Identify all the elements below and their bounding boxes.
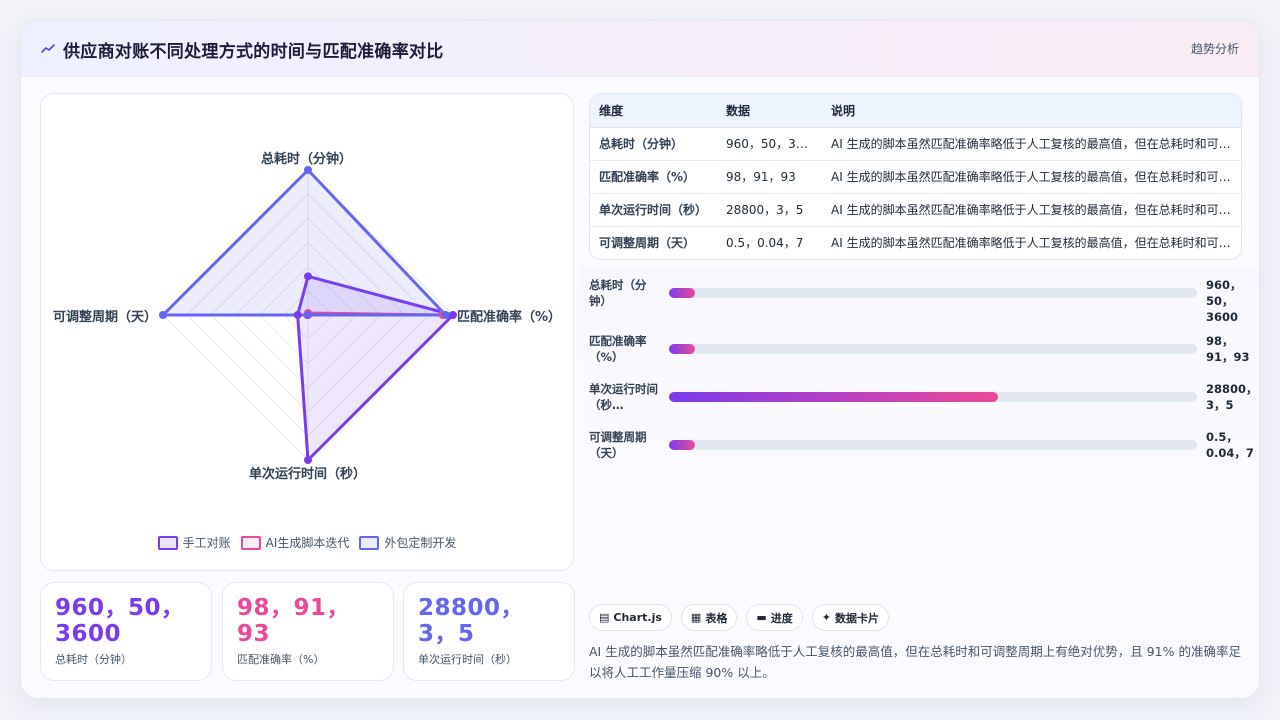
stat-label: 总耗时（分钟） [55, 653, 132, 666]
header-tag[interactable]: 趋势分析 [1191, 40, 1239, 57]
stat-label: 匹配准确率（%） [237, 653, 325, 666]
progress-track [669, 392, 1197, 402]
dashboard-card: 供应商对账不同处理方式的时间与匹配准确率对比 趋势分析 总耗时（分钟） 匹配准确… [20, 20, 1260, 699]
progress-label: 可调整周期（天） [589, 430, 647, 460]
progress-label: 单次运行时间（秒… [589, 382, 658, 412]
legend-label-manual: 手工对账 [182, 536, 231, 550]
stat-card-accuracy: 98，91，93 匹配准确率（%） [222, 582, 394, 681]
chip-chartjs[interactable]: ▤ Chart.js [589, 604, 672, 631]
table-cell-dimension: 可调整周期（天） [599, 236, 696, 251]
legend-item-outsource[interactable]: 外包定制开发 [359, 534, 456, 551]
table-header-row: 维度 数据 说明 [590, 94, 1241, 128]
chip-label: 表格 [705, 611, 728, 625]
progress-label: 总耗时（分钟） [589, 278, 647, 308]
table-cell-dimension: 单次运行时间（秒） [590, 193, 717, 227]
progress-track [669, 344, 1197, 354]
chip-label: Chart.js [613, 611, 662, 624]
legend-label-outsource: 外包定制开发 [384, 536, 457, 550]
table-row[interactable]: 可调整周期（天） 0.5，0.04，7 AI 生成的脚本虽然匹配准确率略低于人工… [590, 226, 1241, 259]
table-cell-note: AI 生成的脚本虽然匹配准确率略低于人工复核的最高值，但在总耗时和可调整周期上有… [822, 127, 1241, 161]
chip-table[interactable]: ▦ 表格 [680, 604, 738, 631]
progress-list: 总耗时（分钟） 960，50，3600 匹配准确率（%） 98，91，93 单次… [579, 266, 1259, 496]
stat-card-total-time: 960，50，3600 总耗时（分钟） [40, 582, 212, 681]
progress-value: 28800，3，5 [1206, 382, 1258, 412]
chip-label: 进度 [770, 611, 793, 625]
legend-item-ai[interactable]: AI生成脚本迭代 [240, 534, 350, 551]
table-header-note[interactable]: 说明 [822, 94, 1241, 128]
legend-label-ai: AI生成脚本迭代 [265, 536, 350, 550]
table-cell-dimension: 匹配准确率（%） [590, 160, 717, 194]
chart-legend: 手工对账 AI生成脚本迭代 外包定制开发 [41, 534, 573, 551]
stat-value: 960，50，3600 [55, 595, 185, 647]
progress-fill [669, 440, 696, 450]
radar-point[interactable] [304, 272, 312, 281]
data-table: 维度 数据 说明 总耗时（分钟） 960，50，3600 AI 生成的脚本虽然匹… [590, 94, 1241, 259]
chip-data-card[interactable]: ✦ 数据卡片 [811, 604, 889, 631]
view-switcher: ▤ Chart.js ▦ 表格 ▬ 进度 ✦ 数据卡片 [589, 604, 889, 631]
table-cell-note: AI 生成的脚本虽然匹配准确率略低于人工复核的最高值，但在总耗时和可调整周期上有… [822, 193, 1241, 227]
radar-series-2 [161, 168, 448, 317]
data-table-panel: 维度 数据 说明 总耗时（分钟） 960，50，3600 AI 生成的脚本虽然匹… [589, 93, 1242, 260]
table-cell-note: AI 生成的脚本虽然匹配准确率略低于人工复核的最高值，但在总耗时和可调整周期上有… [822, 160, 1241, 194]
summary-text: AI 生成的脚本虽然匹配准确率略低于人工复核的最高值，但在总耗时和可调整周期上有… [589, 644, 1241, 680]
progress-fill [669, 288, 696, 298]
stat-label: 单次运行时间（秒） [418, 653, 517, 666]
progress-value: 960，50，3600 [1206, 278, 1242, 324]
table-header-dimension[interactable]: 维度 [590, 94, 717, 128]
table-cell-data: 28800，3，5 [717, 193, 822, 227]
table-row[interactable]: 匹配准确率（%） 98，91，93 AI 生成的脚本虽然匹配准确率略低于人工复核… [590, 160, 1241, 194]
table-row[interactable]: 总耗时（分钟） 960，50，3600 AI 生成的脚本虽然匹配准确率略低于人工… [590, 127, 1241, 161]
radar-point[interactable] [441, 311, 450, 319]
table-cell-data: 960，50，3600 [717, 127, 822, 161]
progress-value: 0.5，0.04，7 [1206, 430, 1254, 460]
progress-track [669, 440, 1197, 450]
table-cell-dimension: 总耗时（分钟） [590, 127, 717, 161]
stat-card-run-time: 28800，3，5 单次运行时间（秒） [403, 582, 575, 681]
chip-progress[interactable]: ▬ 进度 [746, 604, 803, 631]
sparkle-icon: ✦ [821, 611, 831, 624]
legend-swatch-manual [157, 535, 178, 550]
table-icon: ▦ [690, 611, 702, 624]
progress-track [669, 288, 1197, 298]
table-row[interactable]: 单次运行时间（秒） 28800，3，5 AI 生成的脚本虽然匹配准确率略低于人工… [590, 193, 1241, 227]
radar-point[interactable] [304, 311, 312, 320]
trend-line-icon [41, 44, 55, 53]
chip-label: 数据卡片 [834, 611, 879, 625]
axis-label-run-time: 单次运行时间（秒） [249, 467, 367, 482]
axis-label-accuracy: 匹配准确率（%） [457, 310, 562, 325]
radar-point[interactable] [304, 166, 312, 174]
table-cell-data: 98，91，93 [717, 160, 822, 194]
axis-label-total-time: 总耗时（分钟） [261, 152, 353, 167]
axis-label-adjust-cycle: 可调整周期（天） [53, 310, 158, 325]
progress-fill [669, 392, 999, 402]
table-header-data[interactable]: 数据 [717, 94, 822, 128]
radar-point[interactable] [293, 311, 302, 319]
stat-value: 28800，3，5 [418, 595, 525, 647]
progress-fill [669, 344, 696, 354]
legend-swatch-ai [240, 535, 261, 550]
radar-point[interactable] [449, 311, 457, 319]
radar-chart-panel: 总耗时（分钟） 匹配准确率（%） 单次运行时间（秒） 可调整周期（天） 手工对账… [40, 93, 574, 571]
progress-icon: ▬ [756, 611, 767, 624]
table-cell-data: 0.5，0.04，7 [726, 236, 804, 251]
chart-icon: ▤ [599, 611, 610, 624]
progress-label: 匹配准确率（%） [589, 334, 647, 364]
page-title: 供应商对账不同处理方式的时间与匹配准确率对比 [63, 42, 444, 62]
header: 供应商对账不同处理方式的时间与匹配准确率对比 趋势分析 [21, 21, 1259, 77]
legend-item-manual[interactable]: 手工对账 [157, 534, 231, 551]
legend-swatch-outsource [359, 535, 380, 550]
radar-point[interactable] [159, 311, 167, 319]
table-cell-note: AI 生成的脚本虽然匹配准确率略低于人工复核的最高值，但在总耗时和可调整周期上有… [831, 236, 1241, 251]
progress-value: 98，91，93 [1206, 334, 1250, 364]
stat-value: 98，91，93 [237, 595, 351, 647]
